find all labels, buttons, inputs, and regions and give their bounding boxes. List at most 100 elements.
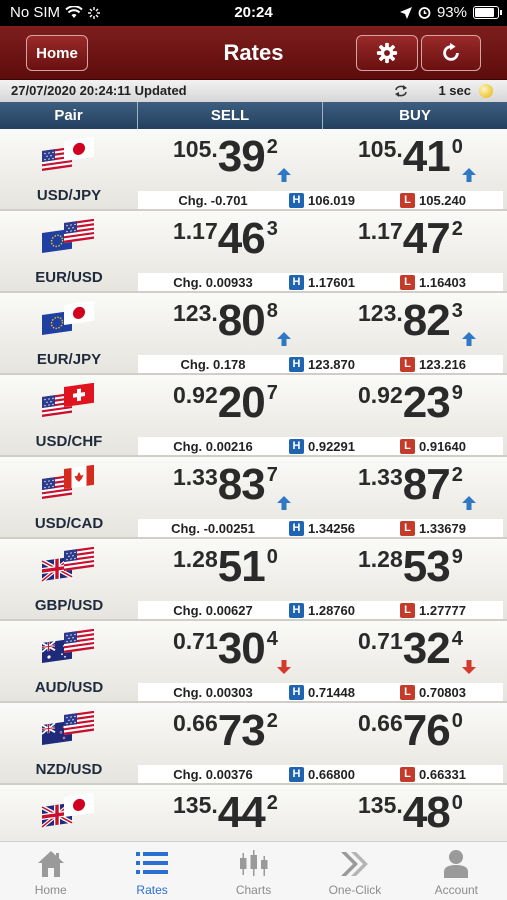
tab-one-click[interactable]: One-Click — [304, 842, 405, 900]
currency-pair-label: GBP/USD — [34, 597, 104, 614]
price-pip: 3 — [266, 218, 278, 240]
price-pip: 4 — [451, 628, 463, 650]
sell-price[interactable]: 123. 80 8 — [173, 299, 278, 343]
price-pip: 0 — [266, 546, 278, 568]
tab-bar: Home Rates Charts One-Click Account — [0, 841, 507, 900]
price-pip: 2 — [451, 218, 463, 240]
tab-charts[interactable]: Charts — [203, 842, 304, 900]
rates-list[interactable]: USD/JPY 105. 39 2 105. 41 0 Chg. -0.701 H 106.019… — [0, 129, 507, 841]
refresh-icon — [443, 42, 459, 61]
buy-price[interactable]: 1.17 47 2 — [358, 217, 463, 261]
price-prefix: 1.17 — [358, 218, 403, 244]
change-value: Chg. 0.00216 — [173, 438, 253, 454]
low-value: 1.33679 — [419, 520, 466, 536]
refresh-button[interactable] — [421, 35, 481, 71]
price-pip: 2 — [266, 792, 278, 814]
rate-row[interactable]: EUR/USD 1.17 46 3 1.17 47 2 Chg. 0.00933 H 1.1760… — [0, 211, 507, 293]
high-value: 123.870 — [308, 356, 355, 372]
tab-rates[interactable]: Rates — [101, 842, 202, 900]
low-value: 1.27777 — [419, 602, 466, 618]
rate-row[interactable]: USD/CAD 1.33 83 7 1.33 87 2 Chg. -0.00251 H 1.342… — [0, 457, 507, 539]
column-header: Pair SELL BUY — [0, 102, 507, 129]
currency-flags-icon — [40, 547, 94, 583]
currency-pair-label: USD/CHF — [35, 433, 103, 450]
currency-pair-label: NZD/USD — [35, 761, 103, 778]
battery-percent: 93% — [436, 4, 467, 21]
tab-home[interactable]: Home — [0, 842, 101, 900]
price-big-figure: 53 — [402, 542, 451, 591]
price-big-figure: 46 — [217, 214, 266, 263]
price-big-figure: 32 — [402, 624, 451, 673]
arrow-down-icon — [277, 660, 291, 674]
settings-button[interactable] — [356, 35, 418, 71]
change-value: Chg. 0.178 — [180, 356, 246, 372]
arrow-up-icon — [277, 168, 291, 182]
high-value: 1.34256 — [308, 520, 355, 536]
rate-row[interactable]: EUR/JPY 123. 80 8 123. 82 3 Chg. 0.178 H 123.870 L… — [0, 293, 507, 375]
sell-price[interactable]: 135. 44 2 — [173, 791, 278, 835]
currency-flags-icon — [42, 301, 94, 335]
rate-row[interactable]: 135. 44 2 135. 48 0 — [0, 785, 507, 841]
buy-price[interactable]: 0.66 76 0 — [358, 709, 463, 753]
price-prefix: 1.28 — [173, 546, 218, 572]
high-value: 1.17601 — [308, 274, 355, 290]
tab-label: One-Click — [328, 883, 382, 897]
low-value: 0.91640 — [419, 438, 466, 454]
price-prefix: 0.92 — [173, 382, 218, 408]
currency-flags-icon — [41, 711, 94, 745]
price-pip: 2 — [266, 710, 278, 732]
price-big-figure: 39 — [217, 132, 266, 181]
price-prefix: 135. — [173, 792, 218, 818]
rate-row[interactable]: USD/CHF 0.92 20 7 0.92 23 9 Chg. 0.00216 H 0.9229… — [0, 375, 507, 457]
price-big-figure: 20 — [217, 378, 266, 427]
sell-price[interactable]: 1.28 51 0 — [173, 545, 278, 589]
price-prefix: 0.66 — [173, 710, 218, 736]
currency-pair-label: EUR/USD — [35, 269, 103, 286]
rate-row[interactable]: AUD/USD 0.71 30 4 0.71 32 4 Chg. 0.00303 H 0.7144… — [0, 621, 507, 703]
low-value: 105.240 — [419, 192, 466, 208]
status-bar: No SIM 20:24 93% — [0, 0, 507, 26]
auto-refresh-icon[interactable] — [394, 84, 408, 97]
buy-price[interactable]: 0.92 23 9 — [358, 381, 463, 425]
sell-price[interactable]: 1.33 83 7 — [173, 463, 278, 507]
currency-flags-icon — [42, 137, 94, 172]
sell-price[interactable]: 0.71 30 4 — [173, 627, 278, 671]
currency-pair-label: USD/CAD — [34, 515, 104, 532]
high-badge-icon: H — [289, 274, 304, 290]
buy-price[interactable]: 0.71 32 4 — [358, 627, 463, 671]
arrow-down-icon — [462, 660, 476, 674]
high-badge-icon: H — [289, 356, 304, 372]
price-pip: 0 — [451, 710, 463, 732]
buy-price[interactable]: 1.33 87 2 — [358, 463, 463, 507]
buy-price[interactable]: 123. 82 3 — [358, 299, 463, 343]
price-big-figure: 48 — [402, 788, 451, 837]
rate-row[interactable]: GBP/USD 1.28 51 0 1.28 53 9 Chg. 0.00627 H 1.2876… — [0, 539, 507, 621]
rate-row[interactable]: USD/JPY 105. 39 2 105. 41 0 Chg. -0.701 H 106.019… — [0, 129, 507, 211]
navigation-bar: Home Rates — [0, 26, 507, 80]
price-pip: 2 — [266, 136, 278, 158]
price-prefix: 0.71 — [358, 628, 403, 654]
refresh-interval[interactable]: 1 sec — [438, 83, 471, 98]
low-value: 1.16403 — [419, 274, 466, 290]
price-pip: 7 — [266, 464, 278, 486]
change-value: Chg. 0.00303 — [173, 684, 253, 700]
rate-row[interactable]: NZD/USD 0.66 73 2 0.66 76 0 Chg. 0.00376 H 0.6680… — [0, 703, 507, 785]
sell-price[interactable]: 105. 39 2 — [173, 135, 278, 179]
high-value: 0.71448 — [308, 684, 355, 700]
buy-price[interactable]: 135. 48 0 — [358, 791, 463, 835]
currency-pair-label: USD/JPY — [36, 187, 102, 204]
sell-price[interactable]: 1.17 46 3 — [173, 217, 278, 261]
location-icon — [399, 6, 412, 19]
low-badge-icon: L — [400, 520, 415, 536]
currency-flags-icon — [42, 383, 94, 418]
price-pip: 9 — [451, 546, 463, 568]
sell-price[interactable]: 0.66 73 2 — [173, 709, 278, 753]
tab-account[interactable]: Account — [406, 842, 507, 900]
sell-price[interactable]: 0.92 20 7 — [173, 381, 278, 425]
buy-price[interactable]: 1.28 53 9 — [358, 545, 463, 589]
tab-label: Account — [434, 883, 478, 897]
buy-price[interactable]: 105. 41 0 — [358, 135, 463, 179]
low-value: 0.70803 — [419, 684, 466, 700]
price-pip: 7 — [266, 382, 278, 404]
rate-stats: Chg. 0.00376 H 0.66800 L 0.66331 — [138, 765, 503, 783]
